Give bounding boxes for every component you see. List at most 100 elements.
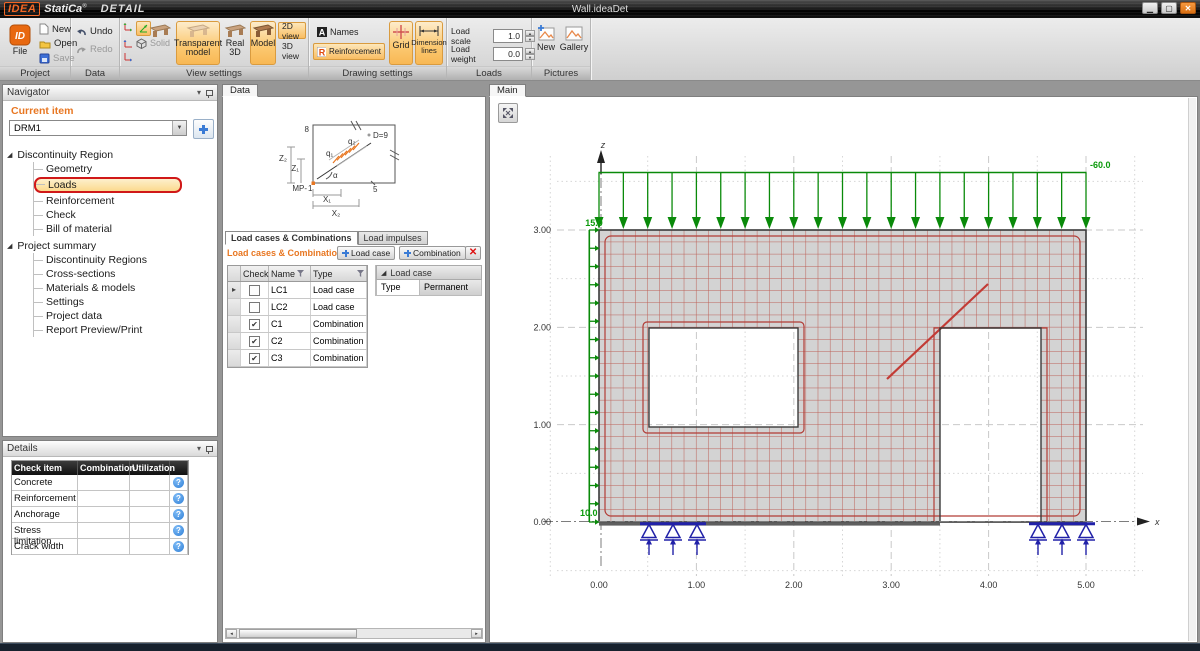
reinforcement-toggle[interactable]: R Reinforcement bbox=[313, 43, 385, 60]
row-checkbox[interactable]: ✔ bbox=[249, 319, 260, 330]
load-scale-input[interactable]: 1.0 bbox=[493, 29, 523, 43]
row-selector[interactable] bbox=[228, 333, 241, 349]
filter-icon[interactable] bbox=[297, 270, 304, 277]
axis-icon-yz[interactable] bbox=[123, 51, 134, 62]
row-checkbox[interactable] bbox=[249, 302, 260, 313]
tab-load-cases-combinations[interactable]: Load cases & Combinations bbox=[225, 231, 358, 245]
tree-item-loads[interactable]: Loads bbox=[34, 177, 182, 193]
current-item-dropdown[interactable]: DRM1 ▼ bbox=[9, 120, 187, 136]
navigator-header[interactable]: Navigator ▾ bbox=[3, 85, 217, 101]
redo-button[interactable]: Redo bbox=[76, 44, 113, 55]
scroll-left-icon[interactable]: ◂ bbox=[226, 629, 237, 638]
details-header[interactable]: Details ▾ bbox=[3, 441, 217, 457]
tree-item-materials-models[interactable]: Materials & models bbox=[34, 281, 213, 295]
new-button[interactable]: New bbox=[39, 23, 71, 35]
3d-view-button[interactable]: 3D view bbox=[278, 42, 306, 59]
add-combination-button[interactable]: Combination bbox=[399, 246, 466, 260]
pin-icon[interactable] bbox=[206, 446, 213, 452]
details-row-reinforcement[interactable]: Reinforcement? bbox=[12, 491, 188, 507]
expander-icon[interactable]: ◢ bbox=[381, 269, 386, 277]
dimension-lines-button[interactable]: Dimension lines bbox=[415, 21, 443, 65]
type-value-dropdown[interactable]: Permanent bbox=[419, 280, 481, 295]
tree-item-geometry[interactable]: Geometry bbox=[34, 162, 213, 176]
model-canvas[interactable]: x z -60.0 15.0 10.0 0.00 bbox=[491, 98, 1198, 643]
help-icon[interactable]: ? bbox=[173, 541, 184, 552]
expander-icon[interactable]: ◢ bbox=[7, 151, 12, 159]
help-icon[interactable]: ? bbox=[173, 509, 184, 520]
main-tab[interactable]: Main bbox=[489, 84, 526, 97]
real-3d-button[interactable]: Real 3D bbox=[222, 21, 248, 65]
top-distributed-load[interactable]: -60.0 bbox=[595, 160, 1111, 229]
maximize-button[interactable]: ▢ bbox=[1161, 2, 1177, 14]
details-row-stress-limitation[interactable]: Stress limitation? bbox=[12, 523, 188, 539]
add-region-button[interactable] bbox=[193, 119, 214, 139]
row-selector[interactable]: ▸ bbox=[228, 282, 241, 298]
minimize-button[interactable]: ▁ bbox=[1142, 2, 1158, 14]
new-picture-button[interactable]: New bbox=[534, 21, 558, 65]
load-weight-input[interactable]: 0.0 bbox=[493, 47, 523, 61]
names-toggle[interactable]: A Names bbox=[313, 23, 385, 40]
details-row-concrete[interactable]: Concrete? bbox=[12, 475, 188, 491]
load-row-c3[interactable]: ✔C3Combination bbox=[228, 350, 367, 367]
load-row-lc2[interactable]: LC2Load case bbox=[228, 299, 367, 316]
tree-item-reinforcement[interactable]: Reinforcement bbox=[34, 194, 213, 208]
tree-section-project-summary[interactable]: ◢Project summary bbox=[7, 239, 213, 253]
filter-icon[interactable] bbox=[357, 270, 364, 277]
help-icon[interactable]: ? bbox=[173, 477, 184, 488]
x-axis-arrow-icon bbox=[1137, 518, 1150, 526]
load-row-lc1[interactable]: ▸LC1Load case bbox=[228, 282, 367, 299]
row-checkbox[interactable] bbox=[249, 285, 260, 296]
wall-body[interactable] bbox=[599, 230, 1086, 526]
fit-view-button[interactable] bbox=[498, 103, 518, 123]
row-checkbox[interactable]: ✔ bbox=[249, 336, 260, 347]
close-button[interactable]: ✕ bbox=[1180, 2, 1196, 14]
details-row-crack-width[interactable]: Crack width? bbox=[12, 539, 188, 555]
supports[interactable] bbox=[640, 524, 1095, 555]
tree-item-report-preview-print[interactable]: Report Preview/Print bbox=[34, 323, 213, 337]
row-selector[interactable] bbox=[228, 316, 241, 332]
svg-text:0.00: 0.00 bbox=[533, 517, 551, 527]
transparent-model-button[interactable]: Transparent model bbox=[176, 21, 220, 65]
load-row-c2[interactable]: ✔C2Combination bbox=[228, 333, 367, 350]
row-selector[interactable] bbox=[228, 350, 241, 366]
load-row-c1[interactable]: ✔C1Combination bbox=[228, 316, 367, 333]
2d-view-button[interactable]: 2D view bbox=[278, 22, 306, 39]
undo-button[interactable]: Undo bbox=[76, 26, 113, 37]
tab-load-impulses[interactable]: Load impulses bbox=[358, 231, 428, 245]
gallery-button[interactable]: Gallery bbox=[560, 21, 588, 65]
panel-menu-icon[interactable]: ▾ bbox=[197, 88, 201, 97]
tree-item-discontinuity-regions[interactable]: Discontinuity Regions bbox=[34, 253, 213, 267]
file-button[interactable]: ID File bbox=[5, 21, 35, 65]
save-button[interactable]: Save bbox=[39, 53, 75, 64]
delete-button[interactable]: ✕ bbox=[465, 246, 481, 260]
data-horizontal-scrollbar[interactable]: ◂ ▸ bbox=[225, 628, 483, 639]
diagram-x1-label: X₁ bbox=[323, 195, 331, 204]
load-case-properties-header[interactable]: ◢ Load case bbox=[376, 265, 482, 280]
tree-item-check[interactable]: Check bbox=[34, 208, 213, 222]
data-tab[interactable]: Data bbox=[222, 84, 258, 97]
row-selector[interactable] bbox=[228, 299, 241, 315]
solid-button[interactable]: Solid bbox=[146, 21, 174, 65]
tree-section-discontinuity-region[interactable]: ◢Discontinuity Region bbox=[7, 148, 213, 162]
tree-item-bill-of-material[interactable]: Bill of material bbox=[34, 222, 213, 236]
axis-icon-xy[interactable] bbox=[123, 21, 134, 32]
scrollbar-thumb[interactable] bbox=[239, 629, 357, 638]
tree-item-project-data[interactable]: Project data bbox=[34, 309, 213, 323]
details-row-anchorage[interactable]: Anchorage? bbox=[12, 507, 188, 523]
grid-button[interactable]: Grid bbox=[389, 21, 413, 65]
row-checkbox[interactable]: ✔ bbox=[249, 353, 260, 364]
panel-menu-icon[interactable]: ▾ bbox=[197, 444, 201, 453]
chevron-down-icon[interactable]: ▼ bbox=[172, 121, 186, 135]
help-icon[interactable]: ? bbox=[173, 493, 184, 504]
pin-icon[interactable] bbox=[206, 90, 213, 96]
add-load-case-button[interactable]: Load case bbox=[337, 246, 395, 260]
scroll-right-icon[interactable]: ▸ bbox=[471, 629, 482, 638]
window-opening[interactable] bbox=[649, 328, 798, 427]
model-button[interactable]: Model bbox=[250, 21, 276, 65]
expander-icon[interactable]: ◢ bbox=[7, 242, 12, 250]
file-icon: ID bbox=[9, 24, 31, 46]
axis-icon-xz[interactable] bbox=[123, 38, 134, 49]
help-icon[interactable]: ? bbox=[173, 525, 184, 536]
tree-item-cross-sections[interactable]: Cross-sections bbox=[34, 267, 213, 281]
tree-item-settings[interactable]: Settings bbox=[34, 295, 213, 309]
